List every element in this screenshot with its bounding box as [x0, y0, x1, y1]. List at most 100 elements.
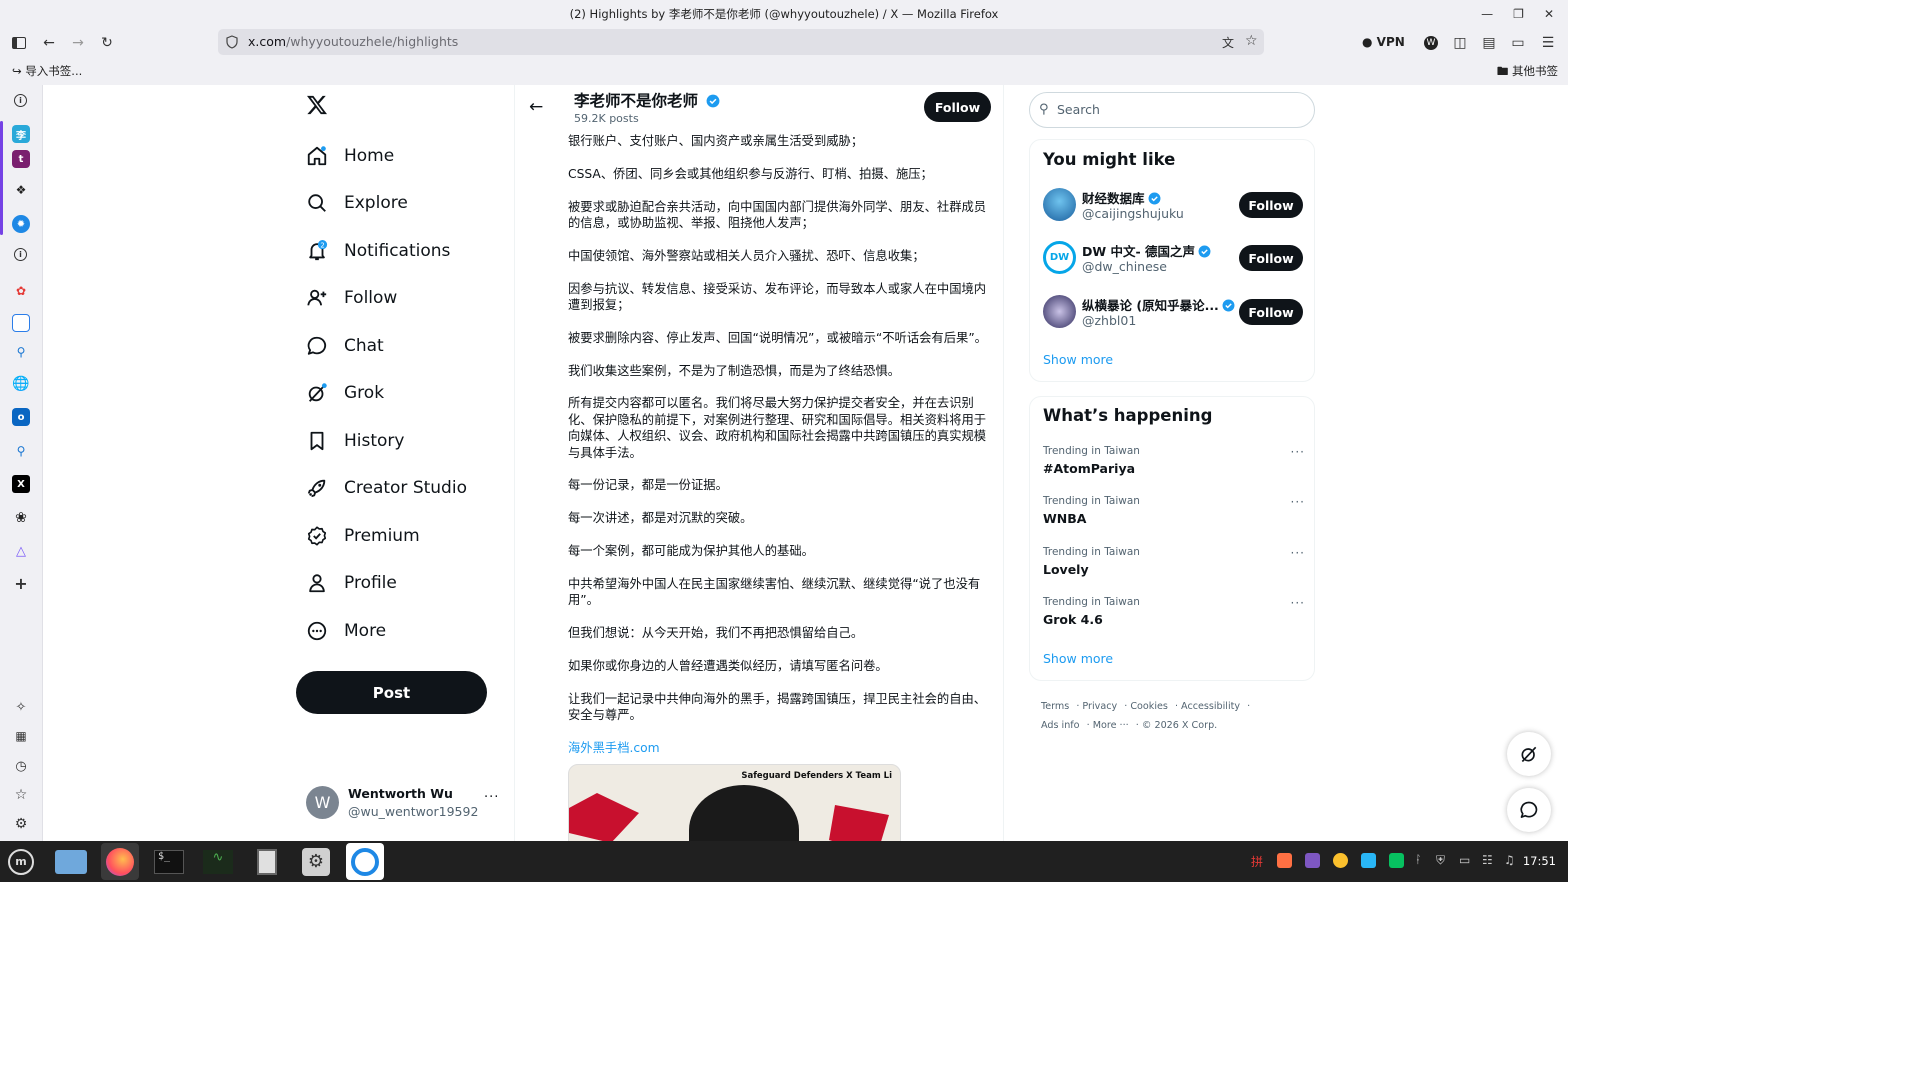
back-icon[interactable]: ← — [38, 32, 60, 54]
site-bird-icon[interactable]: ❖ — [12, 181, 30, 199]
trend-more-icon[interactable]: ··· — [1291, 495, 1305, 509]
sidebar-toggle-icon[interactable] — [8, 32, 30, 54]
forward-icon[interactable]: → — [67, 32, 89, 54]
suggestion-follow-button[interactable]: Follow — [1239, 192, 1303, 218]
huawei-icon[interactable]: ✿ — [12, 282, 30, 300]
search-site2-icon[interactable]: ⚲ — [12, 442, 30, 460]
info2-icon[interactable]: i — [14, 248, 27, 261]
footer-link[interactable]: Ads info — [1041, 720, 1080, 731]
nav-notifications[interactable]: 2 Notifications — [306, 231, 450, 271]
nav-profile[interactable]: Profile — [306, 563, 397, 603]
add-site-icon[interactable]: + — [12, 574, 30, 593]
triangle-app-icon[interactable]: △ — [12, 542, 30, 560]
app-blue-ring-icon[interactable] — [346, 843, 384, 880]
network-icon[interactable]: ☷ — [1482, 853, 1497, 868]
input-method-icon[interactable]: 拼 — [1251, 853, 1266, 869]
tray-app-icon[interactable] — [1277, 853, 1292, 868]
nav-follow[interactable]: Follow — [306, 278, 397, 318]
tracking-shield-icon[interactable] — [226, 35, 238, 49]
bookmark-star-icon[interactable]: ☆ — [1245, 33, 1258, 49]
show-more-link[interactable]: Show more — [1043, 352, 1113, 367]
bookmarks-star-icon[interactable]: ☆ — [12, 786, 30, 804]
system-monitor-icon[interactable]: ∿ — [199, 843, 237, 880]
profile-follow-button[interactable]: Follow — [924, 92, 991, 122]
grok-fab-button[interactable] — [1507, 732, 1551, 776]
site-li-icon[interactable]: 李 — [12, 125, 30, 143]
post-link[interactable]: 海外黑手档.com — [568, 741, 660, 755]
url-bar[interactable]: x.com/whyyoutouzhele/highlights — [218, 29, 1264, 55]
synced-tabs-icon[interactable]: ▦ — [12, 727, 30, 745]
x-site-icon[interactable]: X — [12, 475, 30, 493]
other-bookmarks-link[interactable]: 🖿 其他书签 — [1497, 58, 1558, 85]
bluetooth-icon[interactable]: ᛛ — [1415, 853, 1430, 868]
nav-premium[interactable]: Premium — [306, 516, 420, 556]
vpn-button[interactable]: ● VPN — [1362, 35, 1405, 49]
trend-item[interactable]: Trending in Taiwan #AtomPariya ··· — [1043, 445, 1305, 481]
ai-chatbot-icon[interactable]: ✧ — [12, 698, 30, 716]
suggestion-follow-button[interactable]: Follow — [1239, 245, 1303, 271]
display-icon[interactable]: ▭ — [1459, 853, 1474, 868]
suggestion-item[interactable]: DW DW 中文- 德国之声 @dw_chinese Follow — [1043, 241, 1303, 275]
site-t-icon[interactable]: t — [12, 150, 30, 168]
trend-more-icon[interactable]: ··· — [1291, 445, 1305, 459]
tray-app-icon[interactable] — [1333, 853, 1348, 868]
chat-fab-button[interactable] — [1507, 788, 1551, 832]
site-blue-gear-icon[interactable]: ✹ — [12, 215, 30, 233]
close-icon[interactable]: ✕ — [1544, 0, 1554, 28]
settings-app-icon[interactable]: ⚙ — [297, 843, 335, 880]
trend-item[interactable]: Trending in Taiwan Grok 4.6 ··· — [1043, 596, 1305, 632]
footer-link[interactable]: More ··· — [1093, 720, 1129, 731]
history-clock-icon[interactable]: ◷ — [12, 757, 30, 775]
nav-more[interactable]: More — [306, 611, 386, 651]
search-site-icon[interactable]: ⚲ — [12, 343, 30, 361]
tray-app-icon[interactable] — [1305, 853, 1320, 868]
nav-explore[interactable]: Explore — [306, 183, 408, 223]
file-manager-icon[interactable] — [52, 843, 90, 880]
nav-grok[interactable]: Grok — [306, 373, 384, 413]
tray-app-icon[interactable] — [1361, 853, 1376, 868]
x-logo-icon[interactable] — [306, 95, 328, 119]
translate-icon[interactable]: 文 — [1222, 34, 1234, 51]
openai-icon[interactable]: ❀ — [12, 509, 30, 527]
footer-link[interactable]: Terms — [1041, 701, 1069, 712]
firefox-icon[interactable] — [101, 843, 139, 880]
back-arrow-icon[interactable]: ← — [529, 97, 543, 117]
trend-more-icon[interactable]: ··· — [1291, 546, 1305, 560]
restore-icon[interactable]: ❐ — [1513, 0, 1524, 28]
shield-icon[interactable]: ⛨ — [1436, 853, 1451, 868]
volume-icon[interactable]: ♫ — [1504, 853, 1519, 868]
text-editor-icon[interactable] — [248, 843, 286, 880]
reader-view-icon[interactable]: ▭ — [1507, 32, 1529, 54]
account-switcher[interactable]: W Wentworth Wu @wu_wentwor19592 ··· — [306, 782, 506, 826]
post-image[interactable]: Safeguard Defenders X Team Li — [568, 764, 901, 841]
nav-home[interactable]: Home — [306, 136, 394, 176]
trend-item[interactable]: Trending in Taiwan Lovely ··· — [1043, 546, 1305, 582]
footer-link[interactable]: Privacy — [1082, 701, 1117, 712]
footer-link[interactable]: Cookies — [1130, 701, 1168, 712]
nav-chat[interactable]: Chat — [306, 326, 384, 366]
suggestion-item[interactable]: 纵横暴论 (原知乎暴论... @zhbl01 Follow — [1043, 295, 1303, 329]
trend-item[interactable]: Trending in Taiwan WNBA ··· — [1043, 495, 1305, 531]
wechat-icon[interactable] — [1389, 853, 1404, 868]
extension-w-icon[interactable]: W — [1420, 32, 1442, 54]
search-input[interactable]: ⚲ Search — [1029, 92, 1315, 128]
globe-icon[interactable]: 🌐 — [12, 375, 30, 393]
site-square-icon[interactable] — [12, 314, 30, 332]
minimize-icon[interactable]: — — [1481, 0, 1493, 28]
suggestion-follow-button[interactable]: Follow — [1239, 299, 1303, 325]
nav-creator-studio[interactable]: Creator Studio — [306, 468, 467, 508]
containers-icon[interactable]: ▤ — [1478, 32, 1500, 54]
settings-gear-icon[interactable]: ⚙ — [12, 815, 30, 833]
import-bookmarks-link[interactable]: ↪ 导入书签... — [12, 58, 82, 85]
clock[interactable]: 17:51 — [1523, 841, 1556, 882]
info-icon[interactable]: i — [14, 94, 27, 107]
mint-menu-icon[interactable]: m — [2, 843, 40, 880]
extensions-puzzle-icon[interactable]: ◫ — [1449, 32, 1471, 54]
terminal-icon[interactable]: $_ — [150, 843, 188, 880]
trend-more-icon[interactable]: ··· — [1291, 596, 1305, 610]
menu-icon[interactable]: ☰ — [1537, 32, 1559, 54]
suggestion-item[interactable]: 财经数据库 @caijingshujuku Follow — [1043, 188, 1303, 222]
post-button[interactable]: Post — [296, 671, 487, 714]
nav-history[interactable]: History — [306, 421, 404, 461]
outlook-icon[interactable]: o — [12, 408, 30, 426]
